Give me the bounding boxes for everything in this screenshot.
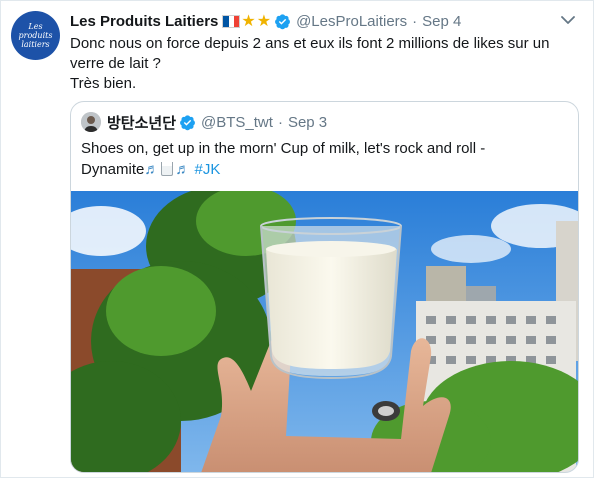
quoted-tweet[interactable]: 방탄소년단 @BTS_twt · Sep 3 Shoes on, get up … (70, 101, 579, 473)
star-icon: ★ (256, 13, 272, 30)
avatar-logo-text-line1: Les produits (18, 22, 53, 40)
chevron-down-icon[interactable] (559, 13, 577, 27)
verified-badge-icon (179, 114, 196, 131)
quoted-text-dynamite: Dynamite (81, 161, 145, 178)
tweet-header: Les Produits Laitiers ★ ★ @LesProLaitier… (70, 10, 557, 32)
tweet-text-line: Très bien. (70, 75, 137, 92)
tweet-text: Donc nous on force depuis 2 ans et eux i… (70, 34, 575, 94)
tweet-text-line: Donc nous on force depuis 2 ans et eux i… (70, 35, 550, 52)
quoted-text-line: Shoes on, get up in the morn' Cup of mil… (81, 140, 486, 157)
quoted-tweet-header: 방탄소년단 @BTS_twt · Sep 3 (81, 111, 327, 133)
quoted-text-line: Dynamite♬ ♬ #JK (81, 159, 571, 180)
quoted-user-handle[interactable]: @BTS_twt (201, 114, 273, 131)
user-handle[interactable]: @LesProLaitiers (296, 13, 407, 30)
milk-glass-photo[interactable] (71, 186, 578, 472)
quoted-avatar[interactable] (81, 112, 101, 132)
star-icon: ★ (241, 13, 256, 30)
quoted-tweet-timestamp[interactable]: Sep 3 (288, 114, 327, 131)
quoted-display-name[interactable]: 방탄소년단 (107, 112, 176, 133)
musical-notes-icon: ♬ (144, 161, 160, 178)
france-flag-icon (222, 14, 241, 28)
verified-badge-icon (274, 13, 291, 30)
tweet-card[interactable]: Les produits laitiers Les Produits Laiti… (0, 0, 594, 478)
tweet-timestamp[interactable]: Sep 4 (422, 13, 461, 30)
hashtag-link[interactable]: #JK (195, 161, 221, 178)
tweet-text-line: verre de lait ? (70, 55, 161, 72)
display-name[interactable]: Les Produits Laitiers (70, 13, 218, 30)
milk-glass-icon (161, 162, 174, 176)
separator-dot: · (277, 113, 283, 131)
quoted-tweet-text: Shoes on, get up in the morn' Cup of mil… (81, 138, 571, 180)
musical-notes-icon: ♬ (175, 161, 191, 178)
photo-illustration (71, 186, 578, 472)
profile-avatar[interactable]: Les produits laitiers (11, 11, 60, 60)
separator-dot: · (412, 12, 418, 30)
avatar-logo-text-line2: laitiers (21, 40, 50, 49)
